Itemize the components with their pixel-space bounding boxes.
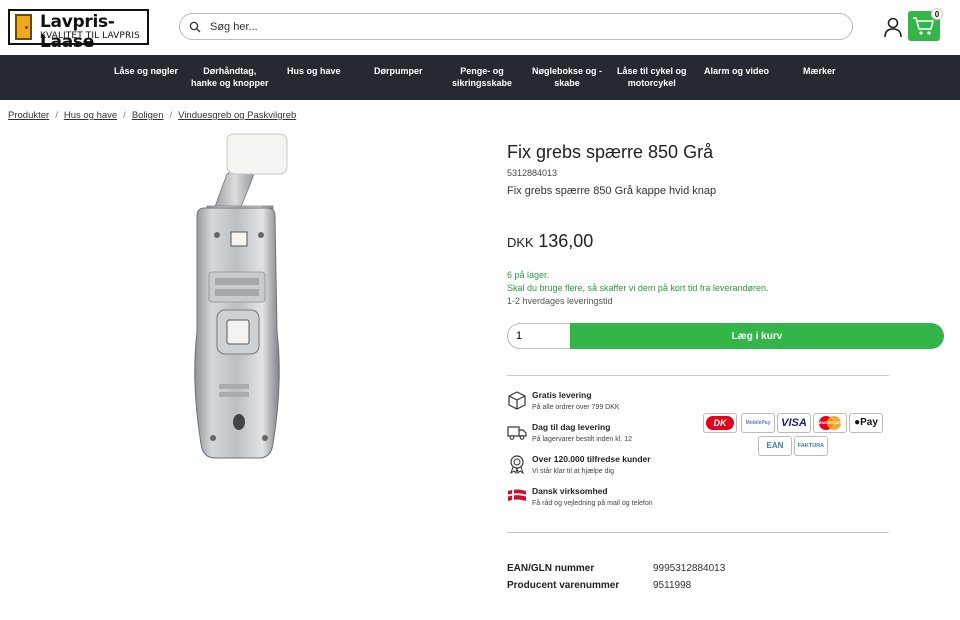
nav-item-hus-og-have[interactable]: Hus og have	[287, 65, 341, 77]
search-input[interactable]	[210, 18, 830, 36]
divider	[507, 375, 889, 376]
breadcrumb-link-vinduesgreb[interactable]: Vinduesgreb og Paskvilgreb	[178, 110, 296, 121]
logo-tagline: KVALITET TIL LAVPRIS	[40, 31, 140, 41]
feature-title: Dansk virksomhed	[532, 486, 608, 496]
product-subtitle: Fix grebs spærre 850 Grå kappe hvid knap	[507, 185, 717, 197]
price-currency: DKK	[507, 235, 534, 250]
nav-item-laase-til-cykel[interactable]: Låse til cykel og motorcykel	[617, 65, 687, 89]
dankort-label: DK	[706, 416, 734, 430]
breadcrumb-link-produkter[interactable]: Produkter	[8, 110, 49, 121]
applepay-payment-icon: ●Pay	[849, 413, 883, 433]
user-account-icon[interactable]	[882, 16, 904, 38]
stock-status: 6 på lager.	[507, 270, 550, 280]
nav-item-doerhaandtag[interactable]: Dørhåndtag, hanke og knopper	[191, 65, 269, 89]
delivery-time: 1-2 hverdages leveringstid	[507, 296, 613, 306]
applepay-label: Pay	[860, 417, 878, 428]
mastercard-payment-icon: MasterCard	[813, 413, 847, 433]
door-logo-icon	[15, 14, 32, 40]
nav-item-penge-og-sikringsskabe[interactable]: Penge- og sikringsskabe	[452, 65, 512, 89]
product-title: Fix grebs spærre 850 Grå	[507, 142, 714, 162]
faktura-payment-icon: FAKTURA	[794, 436, 828, 456]
divider	[507, 532, 889, 533]
nav-label-line2: motorcykel	[627, 78, 676, 88]
spec-label-ean: EAN/GLN nummer	[507, 563, 595, 574]
ean-payment-icon: EAN	[758, 436, 792, 456]
nav-label: Alarm og video	[704, 66, 770, 76]
mobilepay-label: MobilePay	[745, 420, 771, 426]
breadcrumb: Produkter / Hus og have / Boligen / Vinduesgre…	[8, 110, 296, 121]
cart-button[interactable]: 0	[908, 8, 943, 41]
nav-label: Hus og have	[287, 66, 341, 76]
site-logo[interactable]: Lavpris-Laase KVALITET TIL LAVPRIS	[8, 9, 149, 52]
nav-label: Nøglebokse og -	[532, 66, 603, 76]
nav-label-line2: hanke og knopper	[191, 78, 269, 88]
visa-label: VISA	[781, 417, 807, 429]
nav-label: Låse og nøgler	[114, 66, 179, 76]
breadcrumb-link-hus-og-have[interactable]: Hus og have	[64, 110, 117, 121]
breadcrumb-separator: /	[123, 110, 126, 121]
faktura-label: FAKTURA	[797, 443, 825, 449]
breadcrumb-separator: /	[55, 110, 58, 121]
ean-label: EAN	[766, 441, 784, 450]
award-icon	[510, 455, 524, 474]
mobilepay-payment-icon: MobilePay	[741, 413, 775, 433]
product-price: DKK 136,00	[507, 231, 593, 252]
stock-note: Skal du bruge flere, så skaffer vi dem p…	[507, 283, 769, 293]
feature-title: Dag til dag levering	[532, 422, 611, 432]
breadcrumb-separator: /	[169, 110, 173, 121]
dankort-payment-icon: DK	[703, 413, 737, 433]
main-nav: Låse og nøgler Dørhåndtag, hanke og knop…	[0, 55, 960, 100]
nav-label: Mærker	[803, 66, 836, 76]
mastercard-label: MasterCard	[817, 420, 843, 425]
search-icon	[189, 21, 201, 33]
feature-subtitle: Få råd og vejledning på mail og telefon	[532, 500, 653, 507]
spec-value-ean: 9995312884013	[653, 563, 726, 574]
nav-label: Dørhåndtag,	[203, 66, 257, 76]
feature-title: Over 120.000 tilfredse kunder	[532, 454, 651, 464]
danish-flag-icon	[507, 489, 527, 501]
product-sku: 5312884013	[507, 168, 558, 178]
product-image[interactable]	[175, 132, 305, 467]
nav-label: Penge- og	[460, 66, 504, 76]
shopping-cart-icon	[913, 17, 934, 35]
feature-title: Gratis levering	[532, 390, 592, 400]
nav-label-line2: sikringsskabe	[452, 78, 513, 88]
visa-payment-icon: VISA	[777, 413, 811, 433]
cart-count-badge: 0	[931, 8, 943, 20]
nav-item-doerpumper[interactable]: Dørpumper	[374, 65, 423, 77]
breadcrumb-link-boligen[interactable]: Boligen	[132, 110, 164, 121]
add-to-cart-button[interactable]: Læg i kurv	[570, 323, 944, 349]
nav-item-noeglebokse[interactable]: Nøglebokse og - skabe	[532, 65, 602, 89]
box-icon	[508, 391, 526, 410]
feature-subtitle: På lagervarer bestilt inden kl. 12	[532, 436, 632, 443]
quantity-input[interactable]	[507, 323, 573, 349]
nav-label: Låse til cykel og	[617, 66, 687, 76]
feature-subtitle: På alle ordrer over 799 DKK	[532, 404, 620, 411]
nav-item-alarm-og-video[interactable]: Alarm og video	[704, 65, 769, 77]
spec-value-manufacturer-number: 9511998	[653, 580, 692, 591]
nav-item-laase-og-noegler[interactable]: Låse og nøgler	[114, 65, 178, 77]
nav-label-line2: skabe	[554, 78, 580, 88]
site-header: Lavpris-Laase KVALITET TIL LAVPRIS 0	[0, 0, 960, 55]
price-amount: 136,00	[538, 231, 594, 251]
feature-subtitle: Vi står klar til at hjælpe dig	[532, 468, 614, 475]
spec-label-manufacturer-number: Producent varenummer	[507, 580, 620, 591]
search-bar[interactable]	[179, 13, 853, 40]
nav-item-maerker[interactable]: Mærker	[803, 65, 836, 77]
nav-label: Dørpumper	[374, 66, 423, 76]
truck-icon	[507, 426, 527, 440]
